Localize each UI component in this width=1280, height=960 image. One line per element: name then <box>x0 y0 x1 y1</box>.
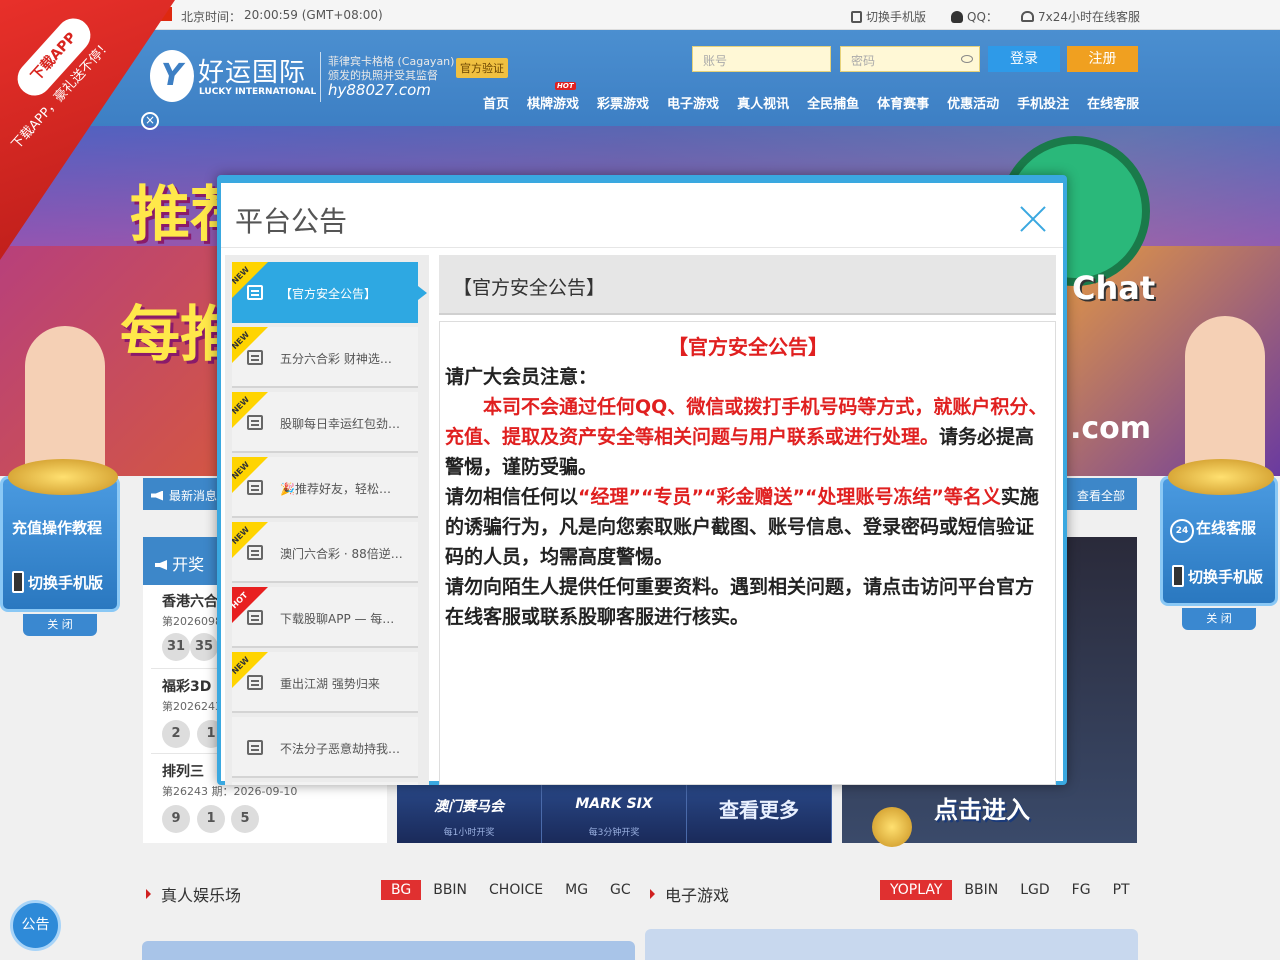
list-item[interactable]: NEW 五分六合彩 财神选… <box>232 327 418 388</box>
badge-text: NEW <box>229 654 252 677</box>
announcement-modal: 平台公告 NEW 【官方安全公告】 NEW 五分六合彩 财神选… NEW 股聊每… <box>217 175 1067 785</box>
list-item-label: 不法分子恶意劫持我… <box>280 742 401 756</box>
list-item-label: 【官方安全公告】 <box>280 287 377 301</box>
announcement-title: 【官方安全公告】 <box>668 335 828 359</box>
document-icon <box>247 350 263 365</box>
document-icon <box>247 740 263 755</box>
list-item[interactable] <box>232 782 418 785</box>
document-icon <box>247 480 263 495</box>
list-item[interactable]: NEW 重出江湖 强势归来 <box>232 652 418 713</box>
list-item[interactable]: NEW 股聊每日幸运红包劲… <box>232 392 418 453</box>
announcement-p3-head: 请勿相信任何以 <box>445 486 579 508</box>
announcement-body: 【官方安全公告】 请广大会员注意： 本司不会通过任何QQ、微信或拨打手机号码等方… <box>439 321 1056 785</box>
list-item-label: 下载股聊APP — 每… <box>280 612 395 626</box>
badge-text: NEW <box>229 394 252 417</box>
announcement-p3-red: “经理”“专员”“彩金赠送”“处理账号冻结”等名义 <box>578 486 1001 508</box>
document-icon <box>247 610 263 625</box>
document-icon <box>247 545 263 560</box>
document-icon <box>247 675 263 690</box>
list-item-label: 🎉推荐好友，轻松… <box>280 482 391 496</box>
list-item-label: 股聊每日幸运红包劲… <box>280 417 401 431</box>
document-icon <box>247 285 263 300</box>
announcement-p2: 本司不会通过任何QQ、微信或拨打手机号码等方式，就账户积分、充值、提取及资产安全… <box>445 392 1051 482</box>
badge-text: NEW <box>229 524 252 547</box>
modal-divider <box>221 247 1063 248</box>
list-item[interactable]: NEW 【官方安全公告】 <box>229 262 427 323</box>
list-item-label: 澳门六合彩 · 88倍逆… <box>280 547 403 561</box>
list-item[interactable]: NEW 🎉推荐好友，轻松… <box>232 457 418 518</box>
badge-text: HOT <box>229 590 250 611</box>
badge-text: NEW <box>229 329 252 352</box>
announcement-heading: 【官方安全公告】 <box>439 255 1056 315</box>
list-item[interactable]: 不法分子恶意劫持我… <box>232 717 418 778</box>
announcement-p1: 请广大会员注意： <box>445 366 598 388</box>
list-item-label: 重出江湖 强势归来 <box>280 677 380 691</box>
list-item-label: 五分六合彩 财神选… <box>280 352 392 366</box>
modal-title: 平台公告 <box>235 205 348 238</box>
list-item[interactable]: HOT 下载股聊APP — 每… <box>232 587 418 648</box>
list-item[interactable]: NEW 澳门六合彩 · 88倍逆… <box>232 522 418 583</box>
announcement-p4: 请勿向陌生人提供任何重要资料。遇到相关问题，请点击访问平台官方在线客服或联系股聊… <box>445 576 1035 628</box>
badge-text: NEW <box>229 459 252 482</box>
document-icon <box>247 415 263 430</box>
badge-text: NEW <box>229 264 252 287</box>
close-icon[interactable] <box>1019 205 1047 233</box>
announcement-p3: 请勿相信任何以“经理”“专员”“彩金赠送”“处理账号冻结”等名义实施的诱骗行为，… <box>445 482 1051 572</box>
announcement-list[interactable]: NEW 【官方安全公告】 NEW 五分六合彩 财神选… NEW 股聊每日幸运红包… <box>225 255 429 785</box>
